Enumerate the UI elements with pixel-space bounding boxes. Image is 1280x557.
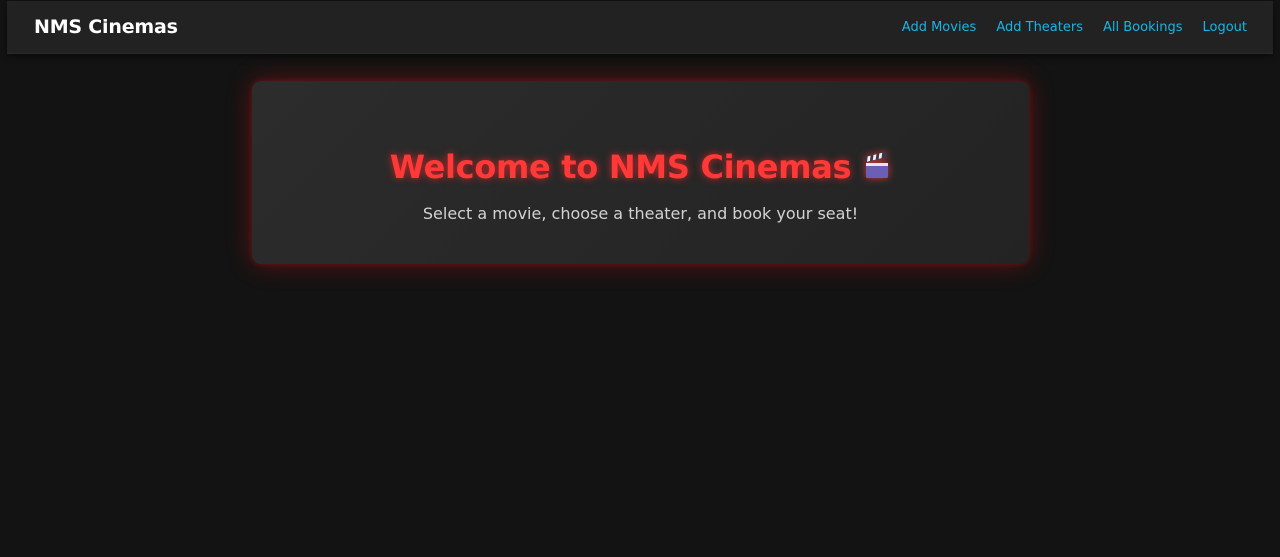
hero-title-text: Welcome to NMS Cinemas <box>389 148 852 186</box>
hero-title: Welcome to NMS Cinemas <box>252 147 1029 187</box>
nav-link-add-movies[interactable]: Add Movies <box>902 20 977 35</box>
nav-link-logout[interactable]: Logout <box>1202 20 1247 35</box>
nav-links: Add Movies Add Theaters All Bookings Log… <box>902 1 1247 54</box>
nav-link-add-theaters[interactable]: Add Theaters <box>996 20 1083 35</box>
welcome-hero-card: Welcome to NMS Cinemas Select a movie, c… <box>252 81 1029 264</box>
clapper-board-icon <box>865 152 889 178</box>
hero-subtitle: Select a movie, choose a theater, and bo… <box>422 204 859 223</box>
navbar: NMS Cinemas Add Movies Add Theaters All … <box>7 1 1273 54</box>
nav-link-all-bookings[interactable]: All Bookings <box>1103 20 1182 35</box>
brand-logo-link[interactable]: NMS Cinemas <box>34 1 178 54</box>
